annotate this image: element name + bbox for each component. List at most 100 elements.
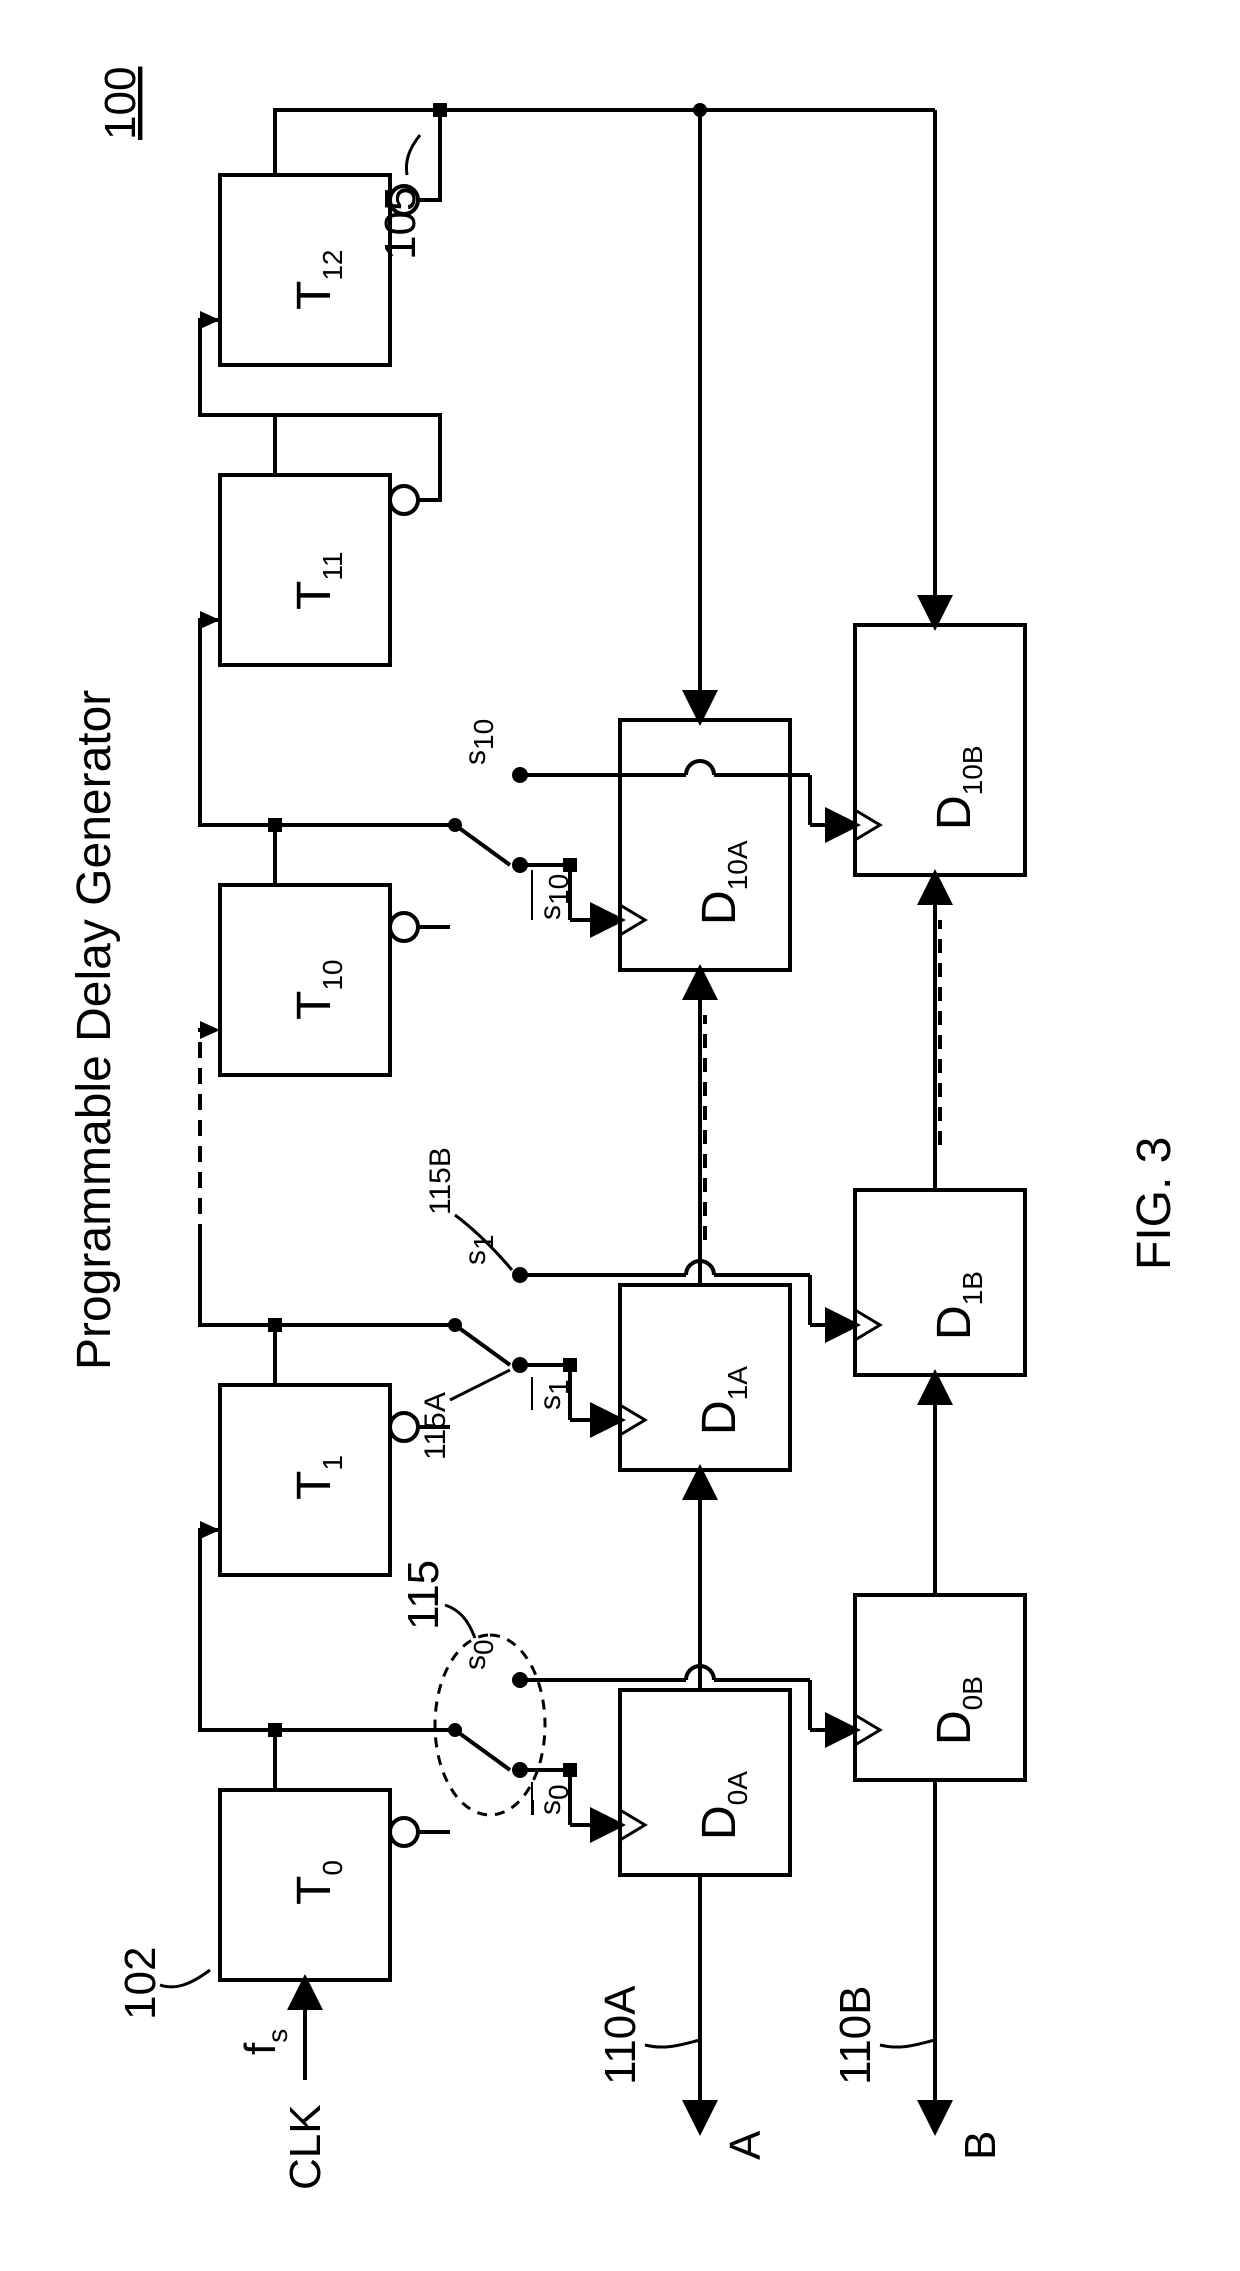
label-s10bar: s <box>534 905 567 920</box>
svg-text:D0A: D0A <box>693 1771 753 1840</box>
T10-label: T <box>288 991 341 1020</box>
T12-label: T <box>288 281 341 310</box>
wire-t12-out <box>275 110 440 200</box>
bubble-t0 <box>390 1818 418 1846</box>
block-T10 <box>220 885 390 1075</box>
leader-110B <box>880 2040 935 2047</box>
svg-text:T10: T10 <box>288 960 348 1020</box>
T1-label: T <box>288 1471 341 1500</box>
label-s0: s <box>459 1655 492 1670</box>
T0-sub: 0 <box>317 1860 348 1876</box>
label-clk: CLK <box>281 2104 330 2190</box>
svg-text:s10: s10 <box>459 719 499 765</box>
svg-text:fs: fs <box>236 2029 293 2055</box>
arrowhead-t10-in <box>200 1021 220 1039</box>
bubble-t11 <box>390 486 418 514</box>
label-A: A <box>721 2130 770 2160</box>
block-T11 <box>220 475 390 665</box>
wire-t1-t10 <box>200 1240 275 1385</box>
svg-text:T11: T11 <box>288 552 348 610</box>
D1A-sub: 1A <box>722 1366 753 1401</box>
ref-100: 100 <box>96 67 145 140</box>
label-s0-sub: 0 <box>468 1639 499 1655</box>
label-s10: s <box>459 750 492 765</box>
T0-label: T <box>288 1876 341 1905</box>
ref-115: 115 <box>399 1560 448 1630</box>
D10B-sub: 10B <box>957 746 988 796</box>
T11-label: T <box>288 581 341 610</box>
leader-115 <box>445 1605 475 1638</box>
D1A-label: D <box>693 1400 746 1435</box>
D0A-sub: 0A <box>722 1771 753 1806</box>
leader-105 <box>406 135 420 175</box>
ref-105: 105 <box>376 187 425 260</box>
label-s1-sub: 1 <box>468 1234 499 1250</box>
page: Programmable Delay Generator 100 FIG. 3 … <box>0 0 1240 2271</box>
D0B-sub: 0B <box>957 1676 988 1710</box>
svg-text:D1A: D1A <box>693 1366 753 1435</box>
svg-text:D10A: D10A <box>693 840 753 925</box>
D10B-label: D <box>928 795 981 830</box>
D0B-label: D <box>928 1710 981 1745</box>
label-s1: s <box>459 1250 492 1265</box>
svg-text:D10B: D10B <box>928 746 988 831</box>
block-D0A <box>620 1690 790 1875</box>
ref-110A: 110A <box>596 1985 645 2085</box>
block-D0B <box>855 1595 1025 1780</box>
figure-label: FIG. 3 <box>1128 1137 1181 1270</box>
ref-102: 102 <box>116 1947 165 2020</box>
label-B: B <box>956 2131 1005 2160</box>
arrowhead-t1-in <box>200 1521 220 1539</box>
label-fs-sub: s <box>262 2029 293 2043</box>
wire-t10-t11 <box>200 620 275 885</box>
leader-110A <box>645 2040 700 2047</box>
junction-105-A <box>693 103 707 117</box>
ref-115B: 115B <box>424 1147 457 1215</box>
clk-tri-D1B <box>855 1310 880 1340</box>
title: Programmable Delay Generator <box>68 690 121 1370</box>
svg-text:T12: T12 <box>288 250 348 310</box>
clk-tri-D0B <box>855 1715 880 1745</box>
T1-sub: 1 <box>317 1455 348 1471</box>
clk-tri-D1A <box>620 1405 645 1435</box>
svg-text:D1B: D1B <box>928 1271 988 1340</box>
svg-text:T0: T0 <box>288 1860 348 1905</box>
T12-sub: 12 <box>317 250 348 281</box>
block-D1A <box>620 1285 790 1470</box>
clk-tri-D10A <box>620 905 645 935</box>
wire-t11-t12 <box>200 320 275 475</box>
clk-tri-D10B <box>855 810 880 840</box>
block-D10A <box>620 720 790 970</box>
wire-t11-step <box>275 415 440 500</box>
arrowhead-t12-in <box>200 311 220 329</box>
label-s1bar: s <box>534 1395 567 1410</box>
label-fs: f <box>236 2042 285 2055</box>
bubble-t1 <box>390 1413 418 1441</box>
label-s0bar: s <box>534 1800 567 1815</box>
D0A-label: D <box>693 1805 746 1840</box>
label-s10-sub: 10 <box>468 719 499 750</box>
D1B-label: D <box>928 1305 981 1340</box>
T10-sub: 10 <box>317 960 348 991</box>
D10A-sub: 10A <box>722 840 753 890</box>
arrowhead-t11-in <box>200 611 220 629</box>
block-D10B <box>855 625 1025 875</box>
arm-s1 <box>455 1325 510 1365</box>
arm-s0 <box>455 1730 510 1770</box>
arm-s10 <box>455 825 510 865</box>
leader-115A <box>450 1370 510 1400</box>
svg-text:T1: T1 <box>288 1455 348 1500</box>
T11-sub: 11 <box>317 552 348 581</box>
ref-110B: 110B <box>831 1986 880 2086</box>
arc-s10-overA <box>686 761 714 775</box>
wire-t1-t10-dash <box>200 1030 220 1240</box>
clk-tri-D0A <box>620 1810 645 1840</box>
diagram-svg: Programmable Delay Generator 100 FIG. 3 … <box>0 0 1240 2271</box>
block-D1B <box>855 1190 1025 1375</box>
leader-102 <box>160 1970 210 1987</box>
bubble-t10 <box>390 913 418 941</box>
wire-t0-t1 <box>200 1530 275 1790</box>
block-T12 <box>220 175 390 365</box>
svg-text:D0B: D0B <box>928 1676 988 1745</box>
D1B-sub: 1B <box>957 1271 988 1305</box>
